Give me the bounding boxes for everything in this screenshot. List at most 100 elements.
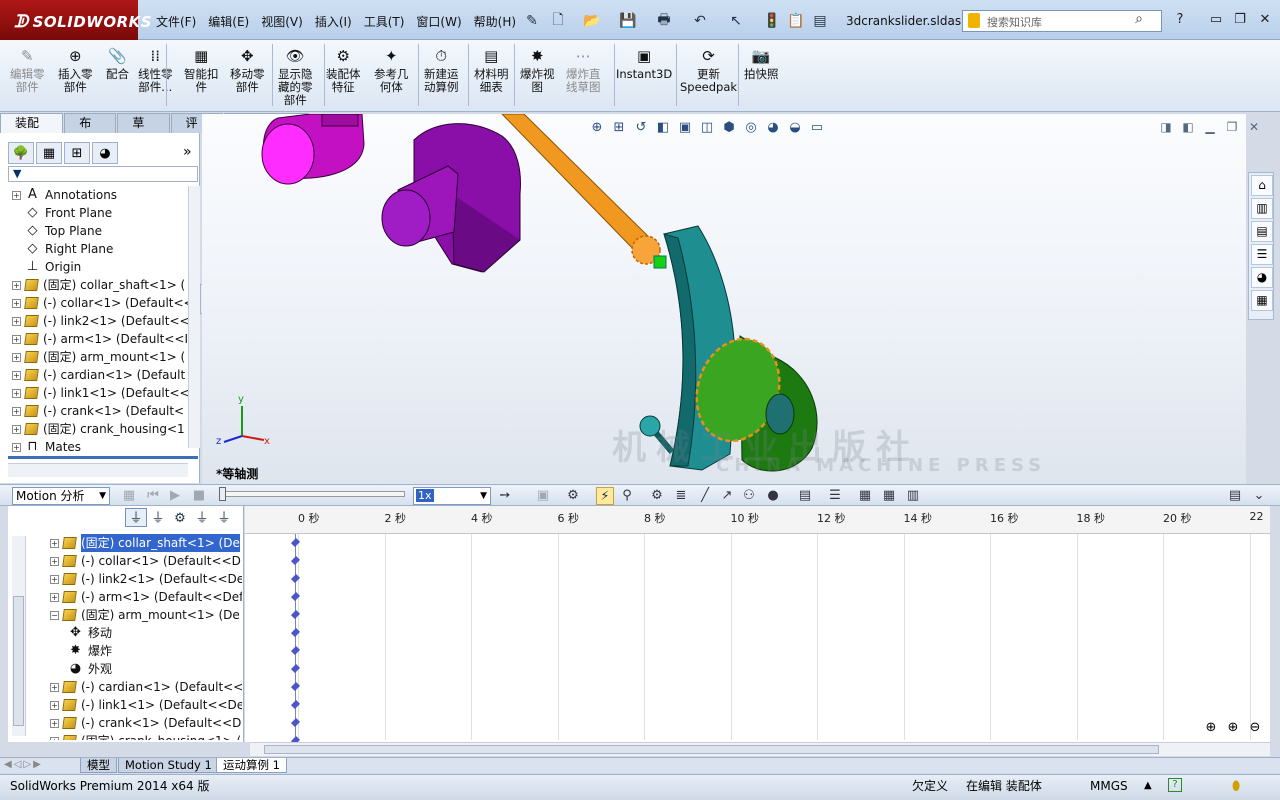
slider-thumb[interactable]: [219, 487, 226, 501]
select-icon[interactable]: ↖: [726, 11, 746, 31]
motion-tree-item[interactable]: + (-) link1<1> (Default<<De: [50, 696, 242, 714]
zoom-out-icon[interactable]: ⊖: [1244, 720, 1266, 738]
expand-icon[interactable]: +: [12, 190, 21, 200]
filter-animated-icon[interactable]: ⏚: [125, 508, 147, 527]
solidworks-logo[interactable]: ᗫ SOLIDWORKS: [0, 0, 152, 40]
collapse-motion-manager-icon[interactable]: ⌄: [1250, 487, 1268, 505]
motion-tree-item[interactable]: + (-) link2<1> (Default<<De: [50, 570, 242, 588]
expand-icon[interactable]: +: [50, 538, 59, 548]
tab-scroll-arrows-icon[interactable]: ◀◁▷▶: [4, 759, 43, 770]
save-animation-icon[interactable]: ▣: [534, 487, 552, 505]
playback-speed-select[interactable]: 1x ▼: [413, 487, 491, 505]
viewport-minimize-icon[interactable]: ▁: [1199, 120, 1221, 136]
menu-item-5[interactable]: 窗口(W): [410, 13, 467, 31]
motion-tree-item[interactable]: + (固定) crank_housing<1> (: [50, 732, 241, 740]
display-manager-tab-icon[interactable]: ◕: [92, 142, 118, 164]
menu-item-3[interactable]: 插入(I): [309, 13, 358, 31]
expand-icon[interactable]: +: [12, 424, 21, 434]
stop-icon[interactable]: ■: [190, 487, 208, 505]
toggle-panel-icon[interactable]: ▤: [1226, 487, 1244, 505]
expand-icon[interactable]: +: [50, 718, 59, 728]
view-settings-icon[interactable]: ▭: [806, 119, 828, 137]
minimize-window-button[interactable]: ▭: [1206, 12, 1226, 28]
command-11[interactable]: ✸ 爆炸视 图: [520, 46, 555, 94]
caret-up-icon[interactable]: ▲: [1144, 776, 1152, 796]
motion-tree-item[interactable]: + (-) cardian<1> (Default<<: [50, 678, 242, 696]
pin-icon[interactable]: ✎: [522, 11, 542, 31]
motion-tree-item[interactable]: + (-) crank<1> (Default<<D: [50, 714, 241, 732]
command-0[interactable]: ✎ 编辑零 部件: [10, 46, 45, 94]
design-library-icon[interactable]: ▥: [1251, 198, 1273, 219]
expand-icon[interactable]: +: [12, 298, 21, 308]
tree-horizontal-scrollbar[interactable]: [8, 463, 188, 477]
tree-filter-input[interactable]: ▼: [8, 166, 198, 182]
gravity-icon[interactable]: ●: [764, 487, 782, 505]
motion-tree-item[interactable]: + (-) arm<1> (Default<<Def: [50, 588, 242, 606]
expand-icon[interactable]: −: [50, 610, 59, 620]
motion-tree-item[interactable]: ✥ 移动: [68, 624, 112, 642]
tree-item[interactable]: + ⊓ Mates: [12, 438, 81, 456]
collapse-tree-icon[interactable]: ▦: [856, 487, 874, 505]
menu-item-1[interactable]: 编辑(E): [202, 13, 255, 31]
command-1[interactable]: ⊕ 插入零 部件: [58, 46, 93, 94]
arm-mount-part[interactable]: [381, 123, 521, 273]
collar-part[interactable]: [261, 114, 365, 185]
appearances-icon[interactable]: ◕: [1251, 267, 1273, 288]
zoom-to-fit-icon[interactable]: ⊕: [586, 119, 608, 137]
expand-icon[interactable]: +: [12, 388, 21, 398]
apply-scene-icon[interactable]: ◒: [784, 119, 806, 137]
zoom-to-area-icon[interactable]: ⊞: [608, 119, 630, 137]
filter-selected-icon[interactable]: ⚙: [169, 508, 191, 527]
expand-icon[interactable]: +: [12, 352, 21, 362]
command-15[interactable]: 📷 拍快照: [744, 46, 779, 81]
command-12[interactable]: ⋯ 爆炸直 线草图: [566, 46, 601, 94]
viewport-restore-icon[interactable]: ❐: [1221, 120, 1243, 136]
expand-panel-icon[interactable]: »: [183, 144, 192, 160]
rebuild-icon[interactable]: 🚦: [762, 11, 782, 31]
close-window-button[interactable]: ✕: [1255, 12, 1275, 28]
search-icon[interactable]: ⌕: [1135, 11, 1143, 27]
tree-item[interactable]: + (-) link1<1> (Default<<: [12, 384, 188, 402]
tree-item[interactable]: + (-) arm<1> (Default<<I: [12, 330, 188, 348]
command-14[interactable]: ⟳ 更新 Speedpak: [680, 46, 737, 94]
previous-view-icon[interactable]: ↺: [630, 119, 652, 137]
animation-wizard-icon[interactable]: ⚙: [564, 487, 582, 505]
scroll-thumb[interactable]: [13, 596, 24, 726]
feature-manager-tab-icon[interactable]: 🌳: [8, 142, 34, 164]
expand-icon[interactable]: +: [50, 574, 59, 584]
timeline-scrollbar[interactable]: [250, 742, 1270, 756]
command-10[interactable]: ▤ 材料明 细表: [474, 46, 509, 94]
open-icon[interactable]: 📂: [582, 11, 602, 31]
tree-item[interactable]: + A Annotations: [12, 186, 117, 204]
split-left-icon[interactable]: ◨: [1155, 120, 1177, 136]
damper-icon[interactable]: ╱: [696, 487, 714, 505]
playback-slider[interactable]: [219, 487, 405, 501]
view-orientation-icon[interactable]: ◫: [696, 119, 718, 137]
tab-motion-study-cn[interactable]: 运动算例 1: [216, 758, 287, 773]
help-status-icon[interactable]: ?: [1168, 778, 1182, 792]
command-9[interactable]: ⏱ 新建运 动算例: [424, 46, 459, 94]
help-icon[interactable]: ?: [1170, 12, 1190, 28]
hide-show-items-icon[interactable]: ◎: [740, 119, 762, 137]
playback-mode-icon[interactable]: ➙: [496, 487, 514, 505]
expand-icon[interactable]: +: [12, 334, 21, 344]
tree-item[interactable]: +◇Right Plane: [12, 240, 114, 258]
motion-tree-item[interactable]: + (-) collar<1> (Default<<D: [50, 552, 241, 570]
tree-item[interactable]: +◇Top Plane: [12, 222, 102, 240]
tab-model[interactable]: 模型: [80, 758, 117, 773]
current-time-bar[interactable]: [295, 534, 296, 740]
scroll-thumb[interactable]: [264, 745, 1159, 754]
menu-item-4[interactable]: 工具(T): [358, 13, 411, 31]
new-document-icon[interactable]: 🗋: [548, 11, 568, 31]
menu-item-6[interactable]: 帮助(H): [468, 13, 522, 31]
search-input[interactable]: 搜索知识库 ⌕: [962, 10, 1162, 32]
view-palette-icon[interactable]: ☰: [1251, 244, 1273, 265]
rebuild-status-icon[interactable]: ⬮: [1232, 777, 1240, 797]
paste-study-icon[interactable]: ▥: [904, 487, 922, 505]
restore-window-button[interactable]: ❐: [1230, 12, 1250, 28]
motion-tree-item[interactable]: − (固定) arm_mount<1> (De: [50, 606, 240, 624]
expand-icon[interactable]: +: [50, 736, 59, 740]
expand-icon[interactable]: +: [12, 406, 21, 416]
tab-motion-study-1[interactable]: Motion Study 1: [118, 758, 219, 773]
display-style-icon[interactable]: ⬢: [718, 119, 740, 137]
